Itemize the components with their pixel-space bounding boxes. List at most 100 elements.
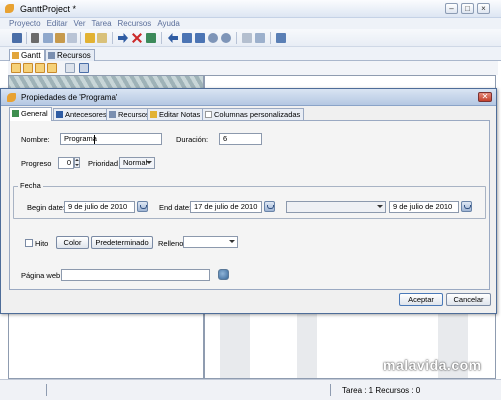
ganttproject-logo-icon (5, 4, 14, 13)
undo-icon[interactable] (85, 33, 95, 43)
copy-icon[interactable] (43, 33, 53, 43)
end-date-input[interactable]: 17 de julio de 2010 (190, 201, 262, 213)
priority-select-value: Normal (123, 158, 148, 167)
chevron-down-icon (377, 205, 383, 208)
menu-recursos[interactable]: Recursos (115, 18, 155, 29)
link-icon[interactable] (242, 33, 252, 43)
window-title: GanttProject * (20, 4, 77, 14)
tab-editar-notas[interactable]: Editar Notas (147, 108, 205, 120)
gantt-nav-icon[interactable] (35, 63, 45, 73)
save-icon[interactable] (12, 33, 22, 43)
name-label: Nombre: (21, 135, 50, 144)
dialog-title-bar: Propiedades de 'Programa' ✕ (1, 89, 496, 106)
redo-icon[interactable] (97, 33, 107, 43)
menu-proyecto[interactable]: Proyecto (0, 18, 44, 29)
paste-icon[interactable] (55, 33, 65, 43)
weekend-column (220, 314, 250, 378)
dialog-close-button[interactable]: ✕ (478, 92, 492, 102)
gantt-nav-icon[interactable] (11, 63, 21, 73)
maximize-button[interactable]: □ (461, 3, 474, 14)
tab-columnas-personalizadas[interactable]: Columnas personalizadas (202, 108, 305, 120)
tab-gantt-label: Gantt (21, 51, 41, 60)
third-date-type-select[interactable] (286, 201, 386, 213)
dialog-tab-bar: General Antecesores Recursos Editar Nota… (9, 107, 489, 121)
third-date-input[interactable]: 9 de julio de 2010 (389, 201, 459, 213)
progress-label: Progreso (21, 159, 52, 168)
edit-icon[interactable] (65, 63, 75, 73)
begin-date-input[interactable]: 9 de julio de 2010 (64, 201, 135, 213)
chevron-down-icon (229, 240, 235, 243)
delete-task-icon[interactable] (132, 33, 142, 43)
milestone-checkbox[interactable] (25, 239, 33, 247)
gantt-nav-icon[interactable] (47, 63, 57, 73)
globe-icon[interactable] (218, 269, 229, 280)
third-date-calendar-button[interactable] (461, 201, 472, 212)
close-window-button[interactable]: × (477, 3, 490, 14)
outdent-arrow-icon[interactable] (168, 33, 178, 43)
tab-editar-notas-label: Editar Notas (159, 110, 201, 119)
progress-spinner[interactable] (74, 157, 80, 168)
gantt-toolbar (8, 61, 498, 75)
ganttproject-logo-icon (7, 93, 16, 102)
chevron-down-icon (146, 161, 152, 164)
cancel-button[interactable]: Cancelar (446, 293, 491, 306)
zoom-out-icon[interactable] (221, 33, 231, 43)
default-color-button[interactable]: Predeterminado (91, 236, 153, 249)
menu-ver[interactable]: Ver (70, 18, 88, 29)
notes-icon (150, 111, 157, 118)
link-tasks-icon[interactable] (79, 63, 89, 73)
priority-select[interactable]: Normal (119, 157, 155, 169)
status-task-count: Tarea : 1 Recursos : 0 (342, 386, 421, 395)
duration-input[interactable]: 6 (219, 133, 262, 145)
up-icon[interactable] (182, 33, 192, 43)
gantt-icon (12, 52, 19, 59)
dialog-title: Propiedades de 'Programa' (21, 93, 118, 102)
begin-date-calendar-button[interactable] (137, 201, 148, 212)
tab-antecesores-label: Antecesores (65, 110, 107, 119)
main-toolbar (0, 29, 501, 47)
fill-select[interactable] (183, 236, 238, 248)
predecessors-icon (56, 111, 63, 118)
color-button[interactable]: Color (56, 236, 89, 249)
tab-recursos[interactable]: Recursos (45, 49, 95, 61)
name-input[interactable]: Programa (60, 133, 162, 145)
dates-legend: Fecha (18, 181, 43, 190)
webpage-input[interactable] (61, 269, 210, 281)
name-input-value: Programa (64, 134, 97, 143)
begin-date-label: Begin date: (27, 203, 65, 212)
tab-gantt[interactable]: Gantt (9, 49, 45, 61)
indent-arrow-icon[interactable] (118, 33, 128, 43)
progress-input[interactable]: 0 (58, 157, 74, 169)
fill-label: Relleno (158, 239, 184, 248)
tab-recursos-dialog-label: Recursos (118, 110, 150, 119)
tab-antecesores[interactable]: Antecesores (53, 108, 111, 120)
watermark: malavida.com (383, 357, 482, 373)
minimize-button[interactable]: – (445, 3, 458, 14)
main-title-bar: GanttProject * – □ × (0, 0, 501, 18)
milestone-label: Hito (35, 239, 49, 248)
status-bar: Tarea : 1 Recursos : 0 (0, 379, 501, 400)
menu-ayuda[interactable]: Ayuda (154, 18, 183, 29)
menu-tarea[interactable]: Tarea (89, 18, 115, 29)
properties-icon[interactable] (146, 33, 156, 43)
unlink-icon[interactable] (255, 33, 265, 43)
menu-bar: Proyecto Editar Ver Tarea Recursos Ayuda (0, 18, 501, 29)
delete-icon[interactable] (67, 33, 77, 43)
end-date-calendar-button[interactable] (264, 201, 275, 212)
zoom-in-icon[interactable] (208, 33, 218, 43)
main-tab-bar: Gantt Recursos (0, 47, 501, 61)
columns-icon (205, 111, 212, 118)
down-icon[interactable] (195, 33, 205, 43)
tab-general[interactable]: General (9, 107, 52, 121)
end-date-label: End date: (159, 203, 192, 212)
tab-general-label: General (21, 109, 48, 118)
refresh-icon[interactable] (276, 33, 286, 43)
cut-icon[interactable] (31, 33, 39, 43)
gantt-nav-icon[interactable] (23, 63, 33, 73)
accept-button[interactable]: Aceptar (399, 293, 443, 306)
menu-editar[interactable]: Editar (44, 18, 71, 29)
task-properties-dialog: Propiedades de 'Programa' ✕ General Ante… (0, 88, 497, 314)
tab-recursos-label: Recursos (57, 51, 91, 60)
webpage-label: Página web (21, 271, 61, 280)
weekend-column (297, 314, 317, 378)
